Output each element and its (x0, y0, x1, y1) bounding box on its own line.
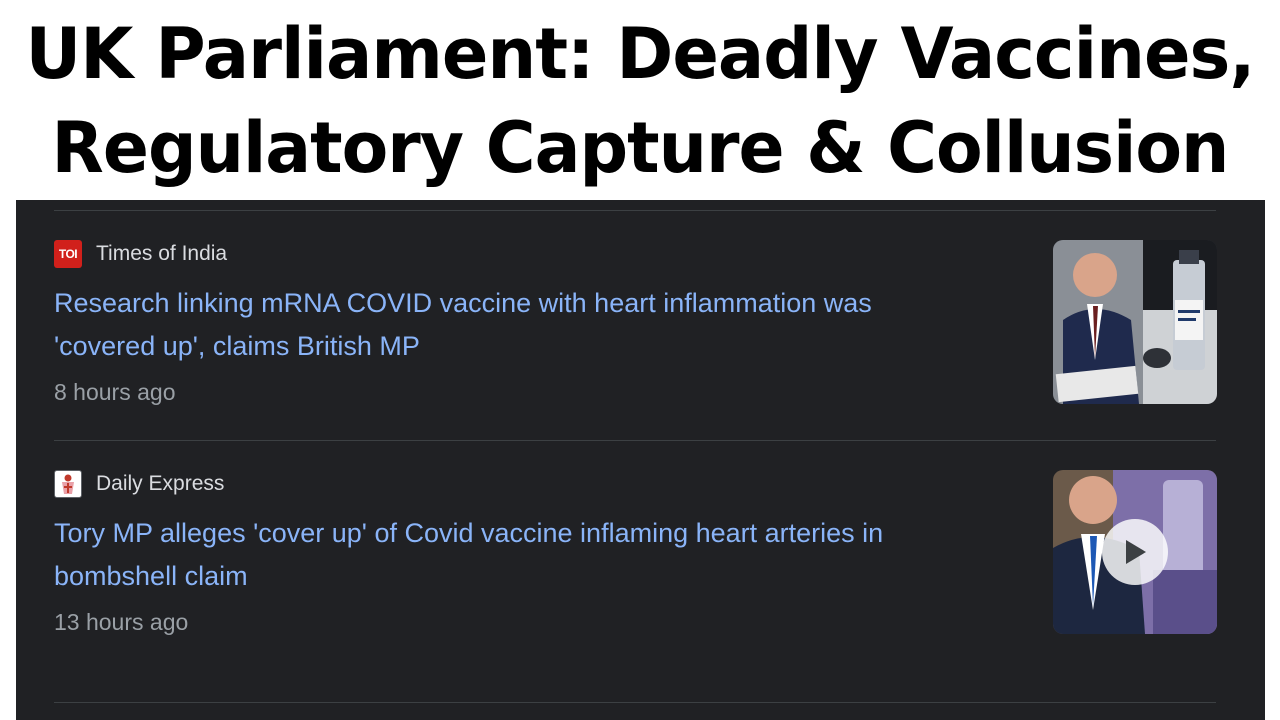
news-source: Daily Express (54, 470, 224, 498)
news-photo-icon (1053, 240, 1217, 404)
news-item[interactable]: Daily Express Tory MP alleges 'cover up'… (54, 470, 1217, 670)
news-source: TOI Times of India (54, 240, 227, 268)
news-thumbnail[interactable] (1053, 240, 1217, 404)
screenshot: UK Parliament: Deadly Vaccines, Regulato… (0, 0, 1280, 720)
divider (54, 702, 1216, 703)
news-timestamp: 8 hours ago (54, 379, 176, 405)
play-button[interactable] (1102, 519, 1168, 585)
news-headline-link[interactable]: Research linking mRNA COVID vaccine with… (54, 282, 954, 368)
source-name: Times of India (96, 242, 228, 265)
news-video-thumbnail[interactable] (1053, 470, 1217, 634)
times-of-india-favicon-icon: TOI (54, 240, 82, 268)
daily-express-favicon-icon (54, 470, 82, 498)
source-name: Daily Express (96, 472, 225, 495)
news-results-panel: TOI Times of India Research linking mRNA… (16, 200, 1265, 720)
news-timestamp: 13 hours ago (54, 609, 189, 635)
banner-title-line-2: Regulatory Capture & Collusion (51, 107, 1230, 189)
divider (54, 440, 1216, 441)
divider (54, 210, 1216, 211)
news-item[interactable]: TOI Times of India Research linking mRNA… (54, 240, 1217, 440)
crusader-logo-icon (62, 474, 74, 494)
news-headline-link[interactable]: Tory MP alleges 'cover up' of Covid vacc… (54, 512, 954, 598)
play-icon (1126, 540, 1146, 564)
title-banner: UK Parliament: Deadly Vaccines, Regulato… (0, 0, 1280, 200)
banner-title-line-1: UK Parliament: Deadly Vaccines, (25, 13, 1256, 95)
